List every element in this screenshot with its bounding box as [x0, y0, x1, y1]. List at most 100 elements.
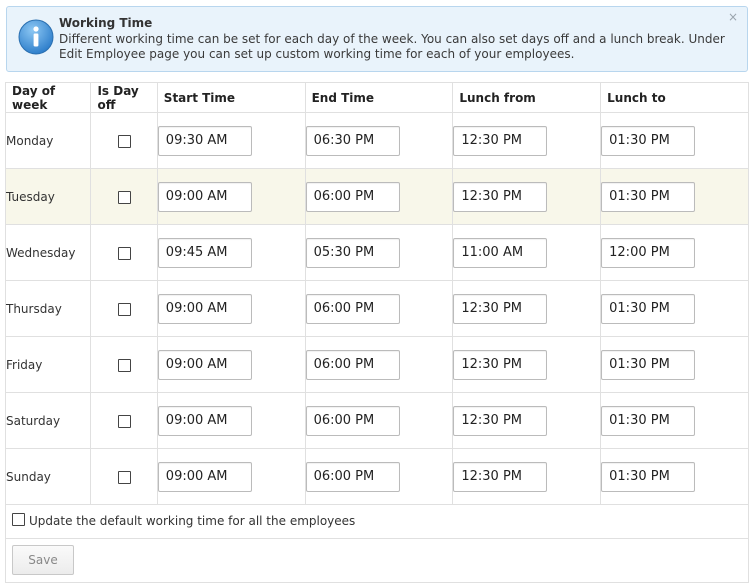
time-cell: [452, 448, 602, 505]
end-time-input[interactable]: [305, 181, 400, 212]
close-icon[interactable]: ×: [728, 10, 738, 24]
time-cell: [156, 168, 306, 225]
header-start-time: Start Time: [156, 82, 306, 113]
end-time-input[interactable]: [305, 405, 400, 436]
time-cell: [304, 392, 454, 449]
lunch-to-input[interactable]: [601, 349, 696, 380]
day-off-cell: [90, 336, 158, 393]
lunch-from-input[interactable]: [453, 237, 548, 268]
lunch-to-input[interactable]: [601, 293, 696, 324]
time-cell: [156, 336, 306, 393]
end-time-input[interactable]: [305, 125, 400, 156]
time-cell: [156, 392, 306, 449]
day-name: Tuesday: [4, 168, 92, 225]
time-cell: [600, 280, 749, 337]
info-icon: [18, 19, 54, 55]
day-name: Saturday: [4, 392, 92, 449]
header-lunch-to: Lunch to: [600, 82, 749, 113]
lunch-to-input[interactable]: [601, 237, 696, 268]
table-row: Sunday: [4, 448, 749, 505]
time-cell: [304, 112, 454, 169]
time-cell: [156, 280, 306, 337]
time-cell: [452, 224, 602, 281]
day-off-cell: [90, 448, 158, 505]
day-off-checkbox[interactable]: [117, 246, 131, 260]
day-name: Wednesday: [4, 224, 92, 281]
header-is-day-off: Is Day off: [90, 82, 158, 113]
time-cell: [452, 168, 602, 225]
start-time-input[interactable]: [157, 181, 252, 212]
working-time-table: Day of week Is Day off Start Time End Ti…: [4, 82, 749, 505]
day-off-checkbox[interactable]: [117, 358, 131, 372]
lunch-to-input[interactable]: [601, 181, 696, 212]
time-cell: [156, 112, 306, 169]
table-row: Wednesday: [4, 224, 749, 281]
header-day-of-week: Day of week: [4, 82, 92, 113]
lunch-to-input[interactable]: [601, 405, 696, 436]
day-name: Sunday: [4, 448, 92, 505]
start-time-input[interactable]: [157, 237, 252, 268]
update-default-label[interactable]: Update the default working time for all …: [29, 514, 355, 528]
start-time-input[interactable]: [157, 405, 252, 436]
time-cell: [600, 392, 749, 449]
table-row: Tuesday: [4, 168, 749, 225]
lunch-to-input[interactable]: [601, 461, 696, 492]
day-off-cell: [90, 112, 158, 169]
day-off-checkbox[interactable]: [117, 302, 131, 316]
save-row: Save: [5, 539, 749, 583]
info-notice: Working Time Different working time can …: [6, 6, 748, 72]
day-off-checkbox[interactable]: [117, 134, 131, 148]
day-off-cell: [90, 280, 158, 337]
time-cell: [156, 448, 306, 505]
end-time-input[interactable]: [305, 349, 400, 380]
day-off-checkbox[interactable]: [117, 414, 131, 428]
time-cell: [452, 280, 602, 337]
day-off-cell: [90, 224, 158, 281]
day-off-cell: [90, 168, 158, 225]
time-cell: [304, 448, 454, 505]
time-cell: [600, 112, 749, 169]
header-lunch-from: Lunch from: [452, 82, 602, 113]
lunch-to-input[interactable]: [601, 125, 696, 156]
day-off-checkbox[interactable]: [117, 470, 131, 484]
time-cell: [452, 392, 602, 449]
lunch-from-input[interactable]: [453, 125, 548, 156]
day-off-cell: [90, 392, 158, 449]
lunch-from-input[interactable]: [453, 461, 548, 492]
time-cell: [304, 224, 454, 281]
header-end-time: End Time: [304, 82, 454, 113]
notice-title: Working Time: [59, 16, 153, 30]
time-cell: [304, 280, 454, 337]
lunch-from-input[interactable]: [453, 293, 548, 324]
start-time-input[interactable]: [157, 461, 252, 492]
day-off-checkbox[interactable]: [117, 190, 131, 204]
notice-body: Different working time can be set for ea…: [59, 32, 725, 61]
time-cell: [600, 224, 749, 281]
time-cell: [304, 168, 454, 225]
time-cell: [600, 448, 749, 505]
table-row: Saturday: [4, 392, 749, 449]
time-cell: [600, 168, 749, 225]
time-cell: [304, 336, 454, 393]
start-time-input[interactable]: [157, 293, 252, 324]
time-cell: [156, 224, 306, 281]
lunch-from-input[interactable]: [453, 181, 548, 212]
end-time-input[interactable]: [305, 293, 400, 324]
update-default-row: Update the default working time for all …: [5, 504, 749, 539]
day-name: Thursday: [4, 280, 92, 337]
table-header-row: Day of week Is Day off Start Time End Ti…: [4, 82, 749, 113]
update-default-checkbox[interactable]: [12, 513, 25, 526]
table-row: Monday: [4, 112, 749, 169]
working-time-page: Working Time Different working time can …: [0, 0, 756, 588]
lunch-from-input[interactable]: [453, 349, 548, 380]
start-time-input[interactable]: [157, 349, 252, 380]
end-time-input[interactable]: [305, 461, 400, 492]
lunch-from-input[interactable]: [453, 405, 548, 436]
table-row: Friday: [4, 336, 749, 393]
time-cell: [600, 336, 749, 393]
day-name: Monday: [4, 112, 92, 169]
table-row: Thursday: [4, 280, 749, 337]
end-time-input[interactable]: [305, 237, 400, 268]
save-button[interactable]: Save: [12, 545, 74, 575]
start-time-input[interactable]: [157, 125, 252, 156]
